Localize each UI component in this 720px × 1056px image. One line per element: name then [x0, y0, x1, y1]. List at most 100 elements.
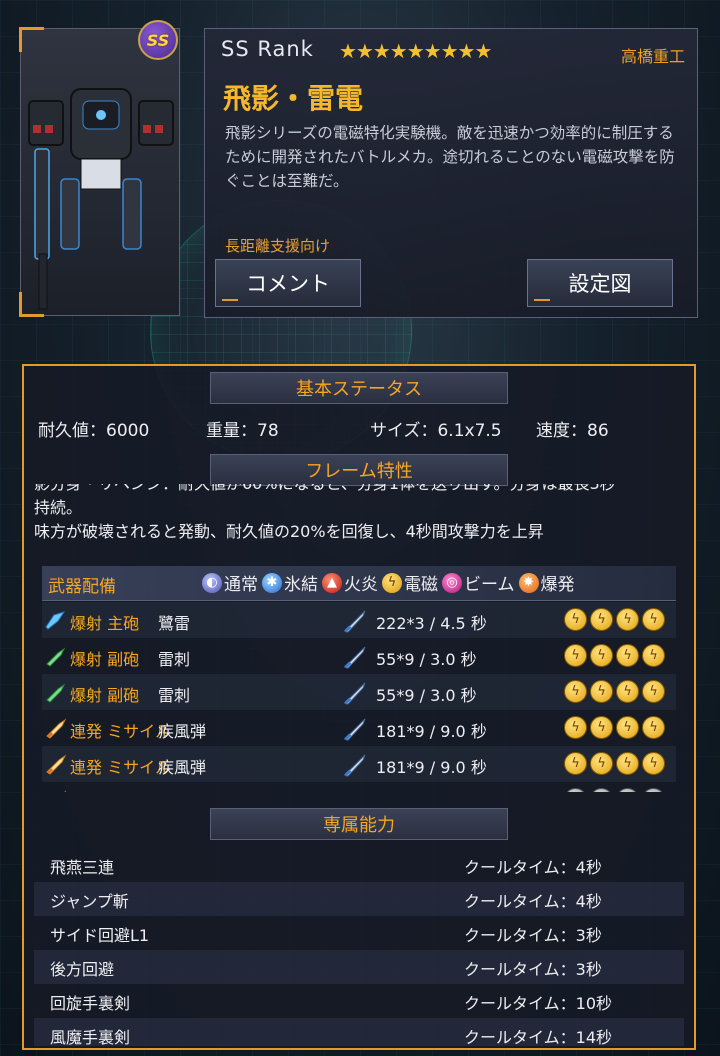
missile-icon [46, 718, 67, 739]
mech-image [28, 88, 174, 310]
beam-element-icon: ◎ [442, 572, 462, 593]
element-legend: ◐ 通常 ✱ 氷結 ▲ 火炎 ϟ 電磁 ◎ ビーム ✸ 爆発 [202, 570, 579, 595]
legend-explosion: ✸ 爆発 [518, 570, 575, 595]
electric-orb-icon: ϟ [616, 680, 639, 703]
mech-name: 飛影・雷電 [223, 82, 364, 115]
electric-orb-icon: ϟ [616, 716, 639, 739]
ability-cooldown: クールタイム：3秒 [464, 960, 602, 979]
ability-cooldown: クールタイム：4秒 [464, 892, 602, 911]
electric-orb-icon: ϟ [564, 752, 587, 775]
weapon-row[interactable]: 連発 ミサイル 疾風弾 181*9 / 9.0 秒 ϟϟϟϟ [42, 746, 676, 782]
weapon-type: 連発 ミサイル [70, 758, 172, 777]
sword-icon [344, 610, 366, 633]
ability-name: 後方回避 [50, 960, 115, 979]
frame-traits-text[interactable]: 影分身・リベンジ：耐久値が60%になると、分身1体を送り出す。分身は最長3秒 持… [34, 484, 684, 556]
ability-name: 回旋手裏剣 [50, 994, 131, 1013]
ability-cooldown: クールタイム：10秒 [464, 994, 613, 1013]
sword-icon [344, 754, 366, 777]
element-orbs [564, 788, 665, 792]
electric-orb-icon: ϟ [642, 644, 665, 667]
weapon-type: 爆射 副砲 [70, 650, 140, 669]
weapon-name: 疾風弾 [158, 722, 207, 741]
weapon-type: 爆射 副砲 [70, 686, 140, 705]
weapon-name: 雷刺 [158, 650, 191, 669]
blueprint-button[interactable]: 設定図 [527, 259, 673, 307]
durability-stat: 耐久値：6000 [38, 421, 150, 441]
main-cannon-icon [45, 611, 66, 630]
weapons-title: 武器配備 [48, 577, 116, 597]
element-orbs: ϟϟϟϟ [564, 716, 665, 739]
electric-orb-icon: ϟ [642, 752, 665, 775]
weapon-type: 連発 ミサイル [70, 722, 172, 741]
ability-row[interactable]: 飛燕三連 クールタイム：4秒 [34, 848, 684, 882]
comment-button[interactable]: コメント [215, 259, 361, 307]
ability-cooldown: クールタイム：14秒 [464, 1028, 613, 1046]
missile-icon [64, 790, 67, 792]
electric-orb-icon: ϟ [642, 608, 665, 631]
speed-stat: 速度：86 [536, 421, 609, 441]
legend-electric: ϟ 電磁 [382, 570, 438, 595]
weapon-list[interactable]: 爆射 主砲 鷺雷 222*3 / 4.5 秒 ϟϟϟϟ 爆射 副砲 雷刺 55*… [42, 602, 676, 792]
frame-traits-title: フレーム特性 [210, 454, 508, 486]
details-panel[interactable]: 基本ステータス 耐久値：6000 重量：78 サイズ：6.1x7.5 速度：86… [22, 364, 696, 1050]
ability-name: サイド回避L1 [50, 926, 150, 945]
weapon-row-partial[interactable] [42, 782, 676, 792]
inactive-orb-icon [590, 788, 613, 792]
manufacturer: 高橋重工 [620, 47, 685, 66]
mech-role: 長距離支援向け [225, 237, 331, 255]
inactive-orb-icon [642, 788, 665, 792]
weapon-damage: 181*9 / 9.0 秒 [376, 722, 487, 741]
frame-corner [19, 27, 44, 52]
rank-label: SS Rank [221, 37, 314, 61]
electric-orb-icon: ϟ [642, 680, 665, 703]
sub-cannon-icon [46, 683, 66, 703]
electric-orb-icon: ϟ [564, 680, 587, 703]
weapon-row[interactable]: 連発 ミサイル 疾風弾 181*9 / 9.0 秒 ϟϟϟϟ [42, 710, 676, 746]
mech-portrait[interactable] [19, 27, 180, 317]
ability-name: 飛燕三連 [50, 858, 115, 877]
ability-row[interactable]: ジャンプ斬 クールタイム：4秒 [34, 882, 684, 916]
basic-status-title: 基本ステータス [210, 372, 508, 404]
inactive-orb-icon [564, 788, 587, 792]
sub-cannon-icon [46, 647, 66, 667]
frame-trait-line: 持続。 [34, 498, 83, 517]
weapon-row[interactable]: 爆射 副砲 雷刺 55*9 / 3.0 秒 ϟϟϟϟ [42, 674, 676, 710]
fire-element-icon: ▲ [322, 572, 342, 593]
stats-row: 耐久値：6000 重量：78 サイズ：6.1x7.5 速度：86 [34, 416, 684, 444]
ability-row[interactable]: 後方回避 クールタイム：3秒 [34, 950, 684, 984]
star-rating: ★★★★★★★★★ [339, 39, 492, 63]
ability-name: ジャンプ斬 [50, 892, 129, 911]
electric-orb-icon: ϟ [616, 644, 639, 667]
ability-list[interactable]: 飛燕三連 クールタイム：4秒 ジャンプ斬 クールタイム：4秒 サイド回避L1 クールタ… [34, 848, 684, 1046]
missile-icon [46, 754, 67, 775]
weapon-row[interactable]: 爆射 主砲 鷺雷 222*3 / 4.5 秒 ϟϟϟϟ [42, 602, 676, 638]
ability-row[interactable]: 回旋手裏剣 クールタイム：10秒 [34, 984, 684, 1018]
weapon-damage: 181*9 / 9.0 秒 [376, 758, 487, 777]
legend-ice: ✱ 氷結 [262, 570, 318, 595]
weapon-damage: 222*3 / 4.5 秒 [376, 614, 487, 633]
electric-orb-icon: ϟ [590, 644, 613, 667]
electric-orb-icon: ϟ [564, 608, 587, 631]
electric-orb-icon: ϟ [590, 680, 613, 703]
electric-orb-icon: ϟ [616, 608, 639, 631]
weapon-header: 武器配備 ◐ 通常 ✱ 氷結 ▲ 火炎 ϟ 電磁 ◎ ビーム ✸ 爆発 [42, 566, 676, 601]
element-orbs: ϟϟϟϟ [564, 644, 665, 667]
electric-orb-icon: ϟ [590, 608, 613, 631]
ability-cooldown: クールタイム：3秒 [464, 926, 602, 945]
electric-orb-icon: ϟ [590, 752, 613, 775]
ability-row[interactable]: サイド回避L1 クールタイム：3秒 [34, 916, 684, 950]
weapon-name: 鷺雷 [158, 614, 191, 633]
weapon-name: 疾風弾 [158, 758, 207, 777]
element-orbs: ϟϟϟϟ [564, 680, 665, 703]
size-stat: サイズ：6.1x7.5 [370, 421, 502, 441]
weapon-row[interactable]: 爆射 副砲 雷刺 55*9 / 3.0 秒 ϟϟϟϟ [42, 638, 676, 674]
ability-name: 風魔手裏剣 [50, 1028, 131, 1046]
element-orbs: ϟϟϟϟ [564, 608, 665, 631]
electric-orb-icon: ϟ [642, 716, 665, 739]
frame-trait-line: 味方が破壊されると発動、耐久値の20%を回復し、4秒間攻撃力を上昇 [34, 522, 544, 541]
mech-description: 飛影シリーズの電磁特化実験機。敵を迅速かつ効率的に制圧するために開発されたバトル… [225, 124, 675, 190]
electric-element-icon: ϟ [382, 572, 402, 593]
ability-cooldown: クールタイム：4秒 [464, 858, 602, 877]
weapon-damage: 55*9 / 3.0 秒 [376, 686, 477, 705]
ability-row[interactable]: 風魔手裏剣 クールタイム：14秒 [34, 1018, 684, 1046]
